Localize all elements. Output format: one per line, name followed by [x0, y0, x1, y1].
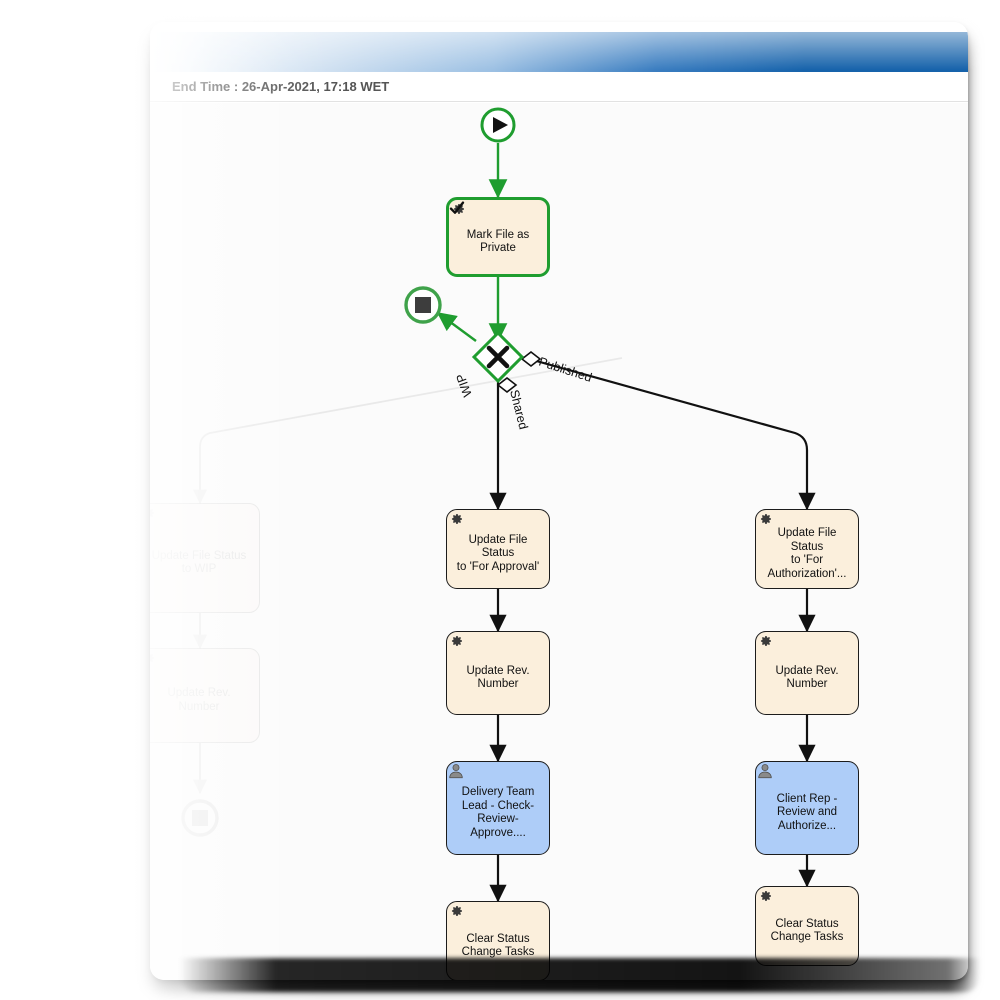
user-icon [449, 764, 463, 779]
gear-icon [760, 635, 771, 647]
gear-icon [451, 513, 462, 525]
subheader-bar: End Time : 26-Apr-2021, 17:18 WET [150, 72, 968, 102]
node-clear-status-change-tasks-shared[interactable]: Clear Status Change Tasks [446, 901, 550, 980]
node-label: Update Rev. Number [167, 687, 231, 713]
gear-icon [150, 653, 154, 663]
node-label: Delivery Team Lead - Check- Review-Appro… [461, 786, 535, 839]
gear-icon [451, 635, 462, 647]
titlebar-top-cap [150, 22, 968, 32]
node-label: Mark File as Private [466, 228, 530, 255]
node-label: Update File Status to WIP [151, 549, 247, 576]
node-update-rev-number-shared[interactable]: Update Rev. Number [446, 631, 550, 715]
node-update-file-status-for-approval[interactable]: Update File Status to 'For Approval' [446, 509, 550, 589]
node-client-rep-review-authorize[interactable]: Client Rep - Review and Authorize... [755, 761, 859, 855]
bpmn-canvas[interactable]: WIP Shared Published Update File Status … [150, 103, 968, 980]
user-icon [758, 764, 772, 779]
window-titlebar [150, 32, 968, 72]
node-label: Update Rev. Number [775, 664, 839, 691]
node-update-file-status-wip: Update File Status to WIP [150, 503, 260, 613]
check-icon [449, 201, 465, 214]
node-label: Clear Status Change Tasks [461, 932, 535, 959]
node-label: Update File Status to 'For Approval' [456, 533, 540, 573]
node-update-rev-number-published[interactable]: Update Rev. Number [755, 631, 859, 715]
node-clear-status-change-tasks-published[interactable]: Clear Status Change Tasks [755, 886, 859, 966]
node-label: Update Rev. Number [466, 664, 530, 691]
node-delivery-team-lead-review[interactable]: Delivery Team Lead - Check- Review-Appro… [446, 761, 550, 855]
process-viewer-window: End Time : 26-Apr-2021, 17:18 WET WIP Sh… [150, 22, 968, 980]
gear-icon [760, 513, 771, 525]
node-update-rev-number-wip: Update Rev. Number [150, 648, 260, 743]
gear-icon [760, 890, 771, 902]
end-time-text: End Time : 26-Apr-2021, 17:18 WET [172, 79, 390, 94]
node-label: Clear Status Change Tasks [770, 917, 844, 944]
screenshot-stage: End Time : 26-Apr-2021, 17:18 WET WIP Sh… [0, 0, 1000, 1000]
node-label: Update File Status to 'For Authorization… [767, 527, 847, 580]
node-update-file-status-for-authorization[interactable]: Update File Status to 'For Authorization… [755, 509, 859, 589]
gear-icon [451, 905, 462, 917]
node-label: Client Rep - Review and Authorize... [776, 792, 838, 832]
gear-icon [150, 508, 154, 518]
node-mark-file-as-private[interactable]: Mark File as Private [446, 197, 550, 277]
